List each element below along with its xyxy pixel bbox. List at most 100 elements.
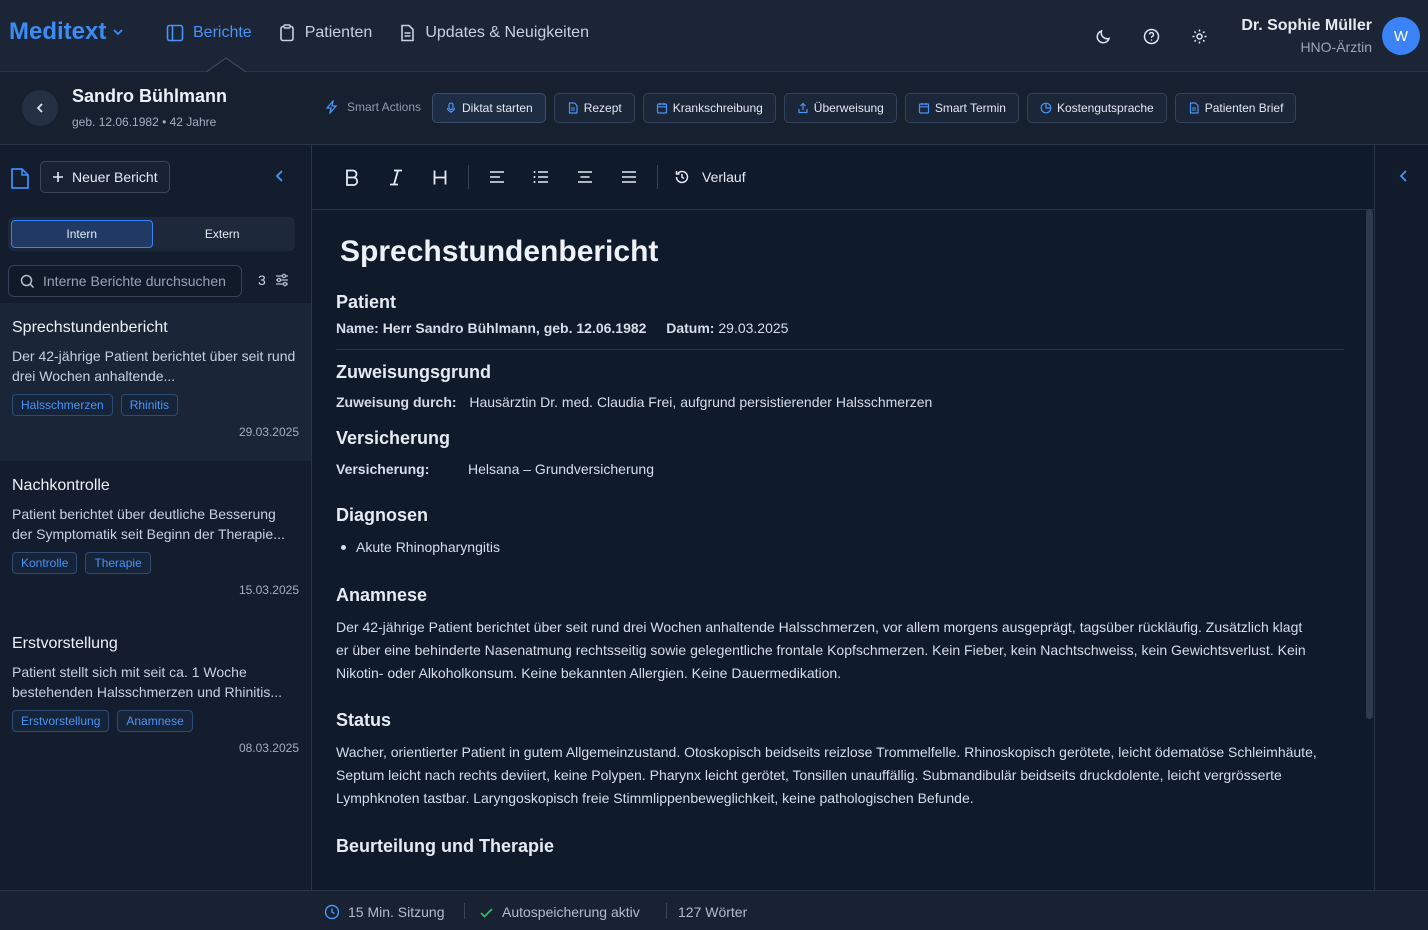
italic-button[interactable] [374, 157, 418, 197]
history-icon [675, 170, 689, 184]
tag[interactable]: Kontrolle [12, 552, 78, 574]
italic-icon [390, 169, 402, 185]
nav-berichte[interactable]: Berichte [166, 20, 252, 46]
heading-button[interactable] [418, 157, 462, 197]
new-report-label: Neuer Bericht [72, 169, 158, 185]
brand-name: Meditext [9, 18, 107, 45]
report-type-toggle: Intern Extern [8, 217, 295, 251]
smart-appointment-label: Smart Termin [934, 101, 1006, 115]
file-text-icon [401, 24, 415, 42]
report-editor: Verlauf Sprechstundenbericht Patient Nam… [312, 145, 1374, 890]
tag[interactable]: Therapie [85, 552, 151, 574]
referral-line: Zuweisung durch: Hausärztin Dr. med. Cla… [336, 391, 1344, 414]
insurance-label: Versicherung: [336, 461, 430, 477]
settings-button[interactable] [1175, 16, 1223, 56]
collapse-sidebar-icon[interactable] [273, 169, 287, 183]
nav-patienten-label: Patienten [304, 24, 373, 41]
chevron-left-icon [36, 103, 43, 113]
patient-meta: geb. 12.06.1982 • 42 Jahre [72, 115, 217, 129]
cost-approval-button[interactable]: Kostengutsprache [1026, 93, 1167, 123]
align-left-button[interactable] [475, 157, 519, 197]
name-label: Name: [336, 320, 379, 336]
editor-toolbar: Verlauf [312, 145, 1374, 210]
nav-updates[interactable]: Updates & Neuigkeiten [398, 20, 589, 46]
report-date: 15.03.2025 [238, 583, 299, 597]
top-right-tools: Dr. Sophie Müller HNO-Ärztin W [1079, 0, 1428, 72]
filter-control[interactable]: 3 [258, 272, 290, 288]
nav-patienten[interactable]: Patienten [278, 20, 373, 46]
status-line: Septum leicht nach rechts deviiert, kein… [336, 767, 1282, 783]
document-title: Sprechstundenbericht [340, 235, 659, 268]
document-content[interactable]: Sprechstundenbericht Patient Name: Herr … [336, 211, 1344, 890]
sick-note-button[interactable]: Krankschreibung [642, 93, 776, 123]
help-button[interactable] [1127, 16, 1175, 56]
main-nav: Berichte Patienten Updates & Neuigkeiten [166, 20, 589, 46]
tab-extern[interactable]: Extern [153, 220, 293, 248]
dark-mode-toggle[interactable] [1079, 16, 1127, 56]
help-icon [1143, 28, 1160, 44]
smart-appointment-button[interactable]: Smart Termin [904, 93, 1019, 123]
list-item[interactable]: Erstvorstellung Patient stellt sich mit … [0, 619, 311, 777]
expand-panel-icon[interactable] [1397, 169, 1411, 183]
referral-label: Überweisung [813, 101, 884, 115]
dictation-button[interactable]: Diktat starten [432, 93, 546, 123]
name-value: Herr Sandro Bühlmann, geb. 12.06.1982 [382, 320, 647, 336]
align-justify-icon [622, 171, 636, 183]
report-tags: Kontrolle Therapie [12, 552, 299, 574]
tag[interactable]: Erstvorstellung [12, 710, 110, 732]
chevron-down-icon [113, 29, 123, 36]
tag[interactable]: Halsschmerzen [12, 394, 113, 416]
status-line: Wacher, orientierter Patient in gutem Al… [336, 744, 1317, 760]
nav-updates-label: Updates & Neuigkeiten [425, 24, 589, 41]
patient-bar: Sandro Bühlmann geb. 12.06.1982 • 42 Jah… [0, 72, 1428, 145]
referral-value: Hausärztin Dr. med. Claudia Frei, aufgru… [469, 394, 933, 410]
section-heading-status: Status [336, 710, 392, 730]
list-button[interactable] [519, 157, 563, 197]
clock-icon [324, 904, 340, 920]
clipboard-icon [279, 24, 294, 42]
list-item[interactable]: Sprechstundenbericht Der 42-jährige Pati… [0, 303, 311, 461]
section-heading-patient: Patient [336, 292, 397, 312]
toolbar-divider [468, 165, 469, 189]
anamnesis-line: Nikotin- oder Alkoholkonsum. Keine bekan… [336, 665, 842, 681]
editor-scrollbar[interactable] [1366, 209, 1373, 719]
referral-button[interactable]: Überweisung [783, 93, 897, 123]
align-center-button[interactable] [563, 157, 607, 197]
list-item[interactable]: Nachkontrolle Patient berichtet über deu… [0, 461, 311, 619]
justify-button[interactable] [607, 157, 651, 197]
lightning-icon [325, 100, 338, 114]
autosave-label: Autospeicherung aktiv [502, 904, 640, 920]
avatar[interactable]: W [1382, 17, 1420, 55]
sick-note-label: Krankschreibung [672, 101, 763, 115]
tab-intern[interactable]: Intern [11, 220, 153, 248]
heading-icon [433, 170, 447, 184]
reports-sidebar: Neuer Bericht Intern Extern 3 Sprechstun… [0, 145, 312, 890]
status-bar: 15 Min. Sitzung Autospeicherung aktiv 12… [0, 890, 1428, 930]
report-list: Sprechstundenbericht Der 42-jährige Pati… [0, 303, 311, 777]
anamnesis-line: er über eine behinderte Nasenatmung rech… [336, 642, 1306, 658]
status-text: Wacher, orientierter Patient in gutem Al… [336, 741, 1344, 810]
tag[interactable]: Rhinitis [120, 394, 179, 416]
new-report-button[interactable]: Neuer Bericht [40, 161, 170, 193]
status-line: Lymphknoten tastbar. Laryngoskopisch fre… [336, 790, 974, 806]
report-title: Sprechstundenbericht [12, 319, 168, 336]
report-count: 3 [258, 272, 266, 288]
align-left-icon [490, 171, 504, 183]
section-heading-anamnesis: Anamnese [336, 585, 428, 605]
section-heading-assessment: Beurteilung und Therapie [336, 836, 555, 856]
search-input[interactable] [43, 273, 233, 289]
toolbar-divider [657, 165, 658, 189]
user-info[interactable]: Dr. Sophie Müller HNO-Ärztin [1241, 17, 1372, 55]
history-button[interactable]: Verlauf [674, 169, 746, 185]
brand-menu[interactable]: Meditext [9, 18, 124, 46]
word-count: 127 Wörter [678, 904, 747, 920]
back-button[interactable] [22, 90, 58, 126]
prescription-button[interactable]: Rezept [553, 93, 635, 123]
patient-letter-button[interactable]: Patienten Brief [1174, 93, 1297, 123]
tag[interactable]: Anamnese [117, 710, 193, 732]
diagnosis-text: Akute Rhinopharyngitis [356, 539, 500, 555]
report-tags: Halsschmerzen Rhinitis [12, 394, 299, 416]
date-value: 29.03.2025 [718, 320, 789, 336]
bold-button[interactable] [330, 157, 374, 197]
search-icon [20, 274, 35, 288]
